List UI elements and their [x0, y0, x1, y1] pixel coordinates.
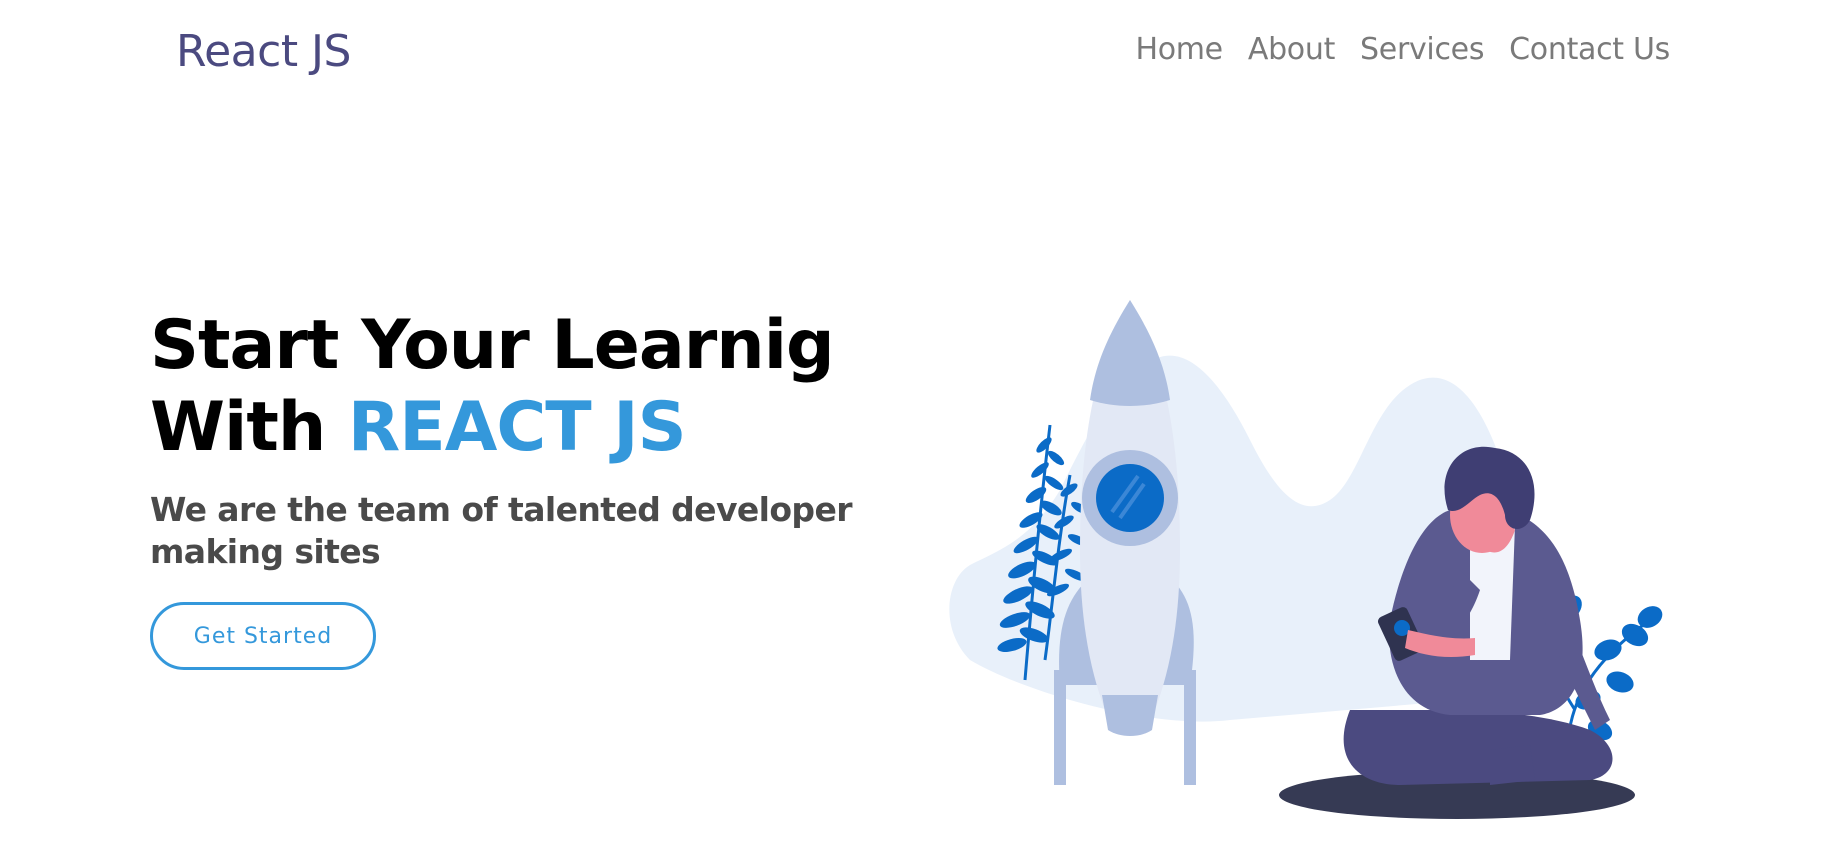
nav-link-services[interactable]: Services: [1360, 32, 1484, 67]
get-started-button[interactable]: Get Started: [150, 602, 376, 670]
nav-item-about: About: [1248, 32, 1336, 67]
hero-section: Start Your Learnig With REACT JS We are …: [150, 305, 910, 573]
nav-item-services: Services: [1360, 32, 1484, 67]
hero-tagline: We are the team of talented developer ma…: [150, 490, 853, 571]
nav-item-home: Home: [1135, 32, 1223, 67]
nav-item-contact: Contact Us: [1509, 32, 1670, 67]
navbar: React JS Home About Services Contact Us: [0, 0, 1840, 110]
rocket-with-person-illustration: [949, 300, 1663, 819]
brand-logo[interactable]: React JS: [176, 26, 351, 77]
headline-prefix: With: [150, 388, 348, 467]
nav-link-contact[interactable]: Contact Us: [1509, 32, 1670, 67]
hero-headline: Start Your Learnig With REACT JS: [150, 305, 910, 469]
headline-line1: Start Your Learnig: [150, 306, 835, 385]
nav-link-home[interactable]: Home: [1135, 32, 1223, 67]
nav-menu: Home About Services Contact Us: [1135, 32, 1670, 67]
hero-illustration: [930, 290, 1710, 830]
headline-highlight: REACT JS: [347, 388, 687, 467]
nav-link-about[interactable]: About: [1248, 32, 1336, 67]
